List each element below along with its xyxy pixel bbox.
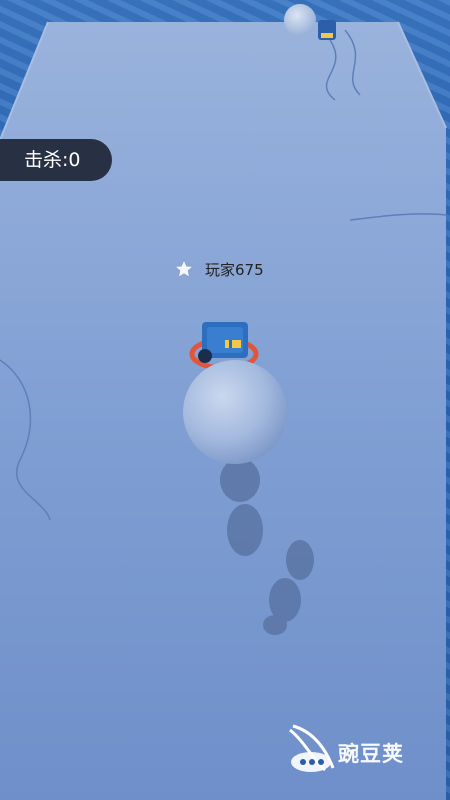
opponent-vehicle (318, 20, 336, 40)
star-icon (173, 258, 195, 279)
player-name: 玩家675 (205, 260, 264, 279)
kill-counter: 击杀:0 (0, 139, 112, 181)
watermark-text: 豌豆荚 (338, 742, 404, 766)
game-platform (0, 4, 447, 800)
player-snowball (183, 360, 287, 464)
kill-counter-label: 击杀:0 (24, 149, 81, 171)
player-name-tag: 玩家675 (173, 258, 264, 280)
opponent-snowball (284, 4, 316, 36)
